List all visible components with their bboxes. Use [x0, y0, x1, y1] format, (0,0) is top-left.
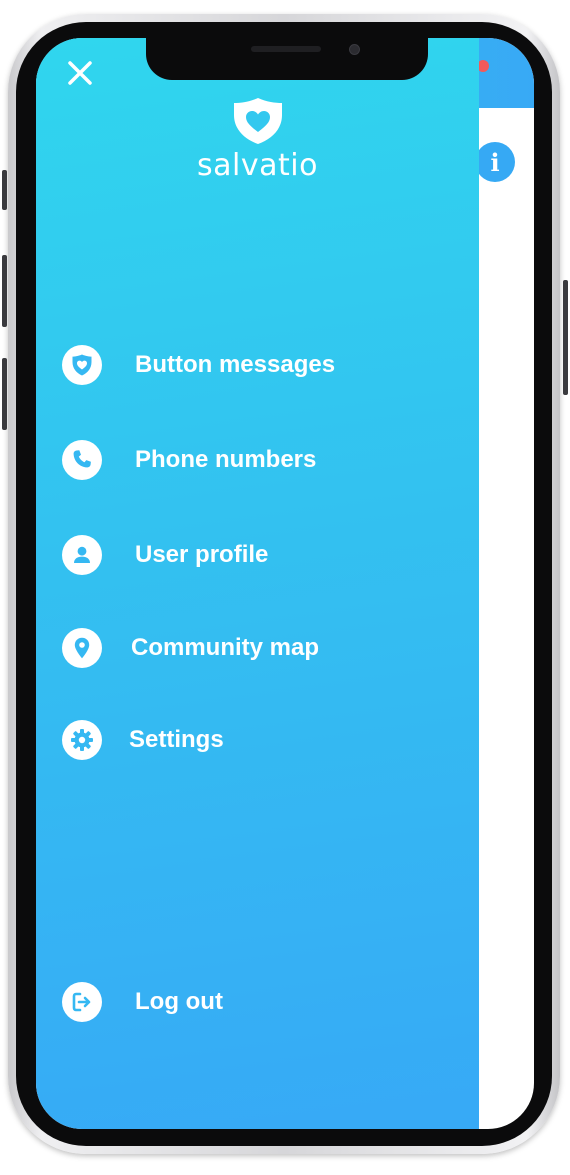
- menu-item-community-map[interactable]: Community map: [62, 626, 319, 670]
- silent-switch: [2, 170, 7, 210]
- brand-name: salvatio: [197, 148, 318, 183]
- volume-up-button: [2, 255, 7, 327]
- side-drawer: salvatio Button messages Phone numbers U…: [36, 38, 479, 1129]
- close-icon: [68, 61, 92, 85]
- phone-icon: [62, 440, 102, 480]
- info-icon[interactable]: i: [475, 142, 515, 182]
- shield-heart-icon: [62, 345, 102, 385]
- logout-button[interactable]: Log out: [62, 980, 223, 1024]
- shield-heart-logo-icon: [233, 98, 282, 144]
- menu-item-label: Phone numbers: [135, 446, 317, 473]
- logout-icon: [62, 982, 102, 1022]
- brand: salvatio: [36, 96, 479, 183]
- logout-label: Log out: [135, 988, 223, 1015]
- menu-item-button-messages[interactable]: Button messages: [62, 343, 335, 387]
- menu-item-label: Community map: [131, 634, 320, 661]
- front-camera: [349, 44, 360, 55]
- speaker-grille: [251, 46, 321, 52]
- info-glyph: i: [490, 147, 500, 177]
- map-pin-icon: [62, 628, 102, 668]
- close-button[interactable]: [60, 53, 100, 93]
- menu-item-phone-numbers[interactable]: Phone numbers: [62, 438, 316, 482]
- menu-item-label: Settings: [129, 726, 224, 753]
- gear-icon: [62, 720, 102, 760]
- menu-item-label: Button messages: [135, 351, 336, 378]
- power-button: [563, 280, 568, 395]
- user-icon: [62, 535, 102, 575]
- phone-notch: [146, 38, 428, 80]
- screen: i salvatio Button messages Phone numbers…: [36, 38, 534, 1129]
- menu-item-settings[interactable]: Settings: [62, 718, 224, 762]
- menu-item-user-profile[interactable]: User profile: [62, 533, 268, 577]
- volume-down-button: [2, 358, 7, 430]
- menu-item-label: User profile: [135, 541, 269, 568]
